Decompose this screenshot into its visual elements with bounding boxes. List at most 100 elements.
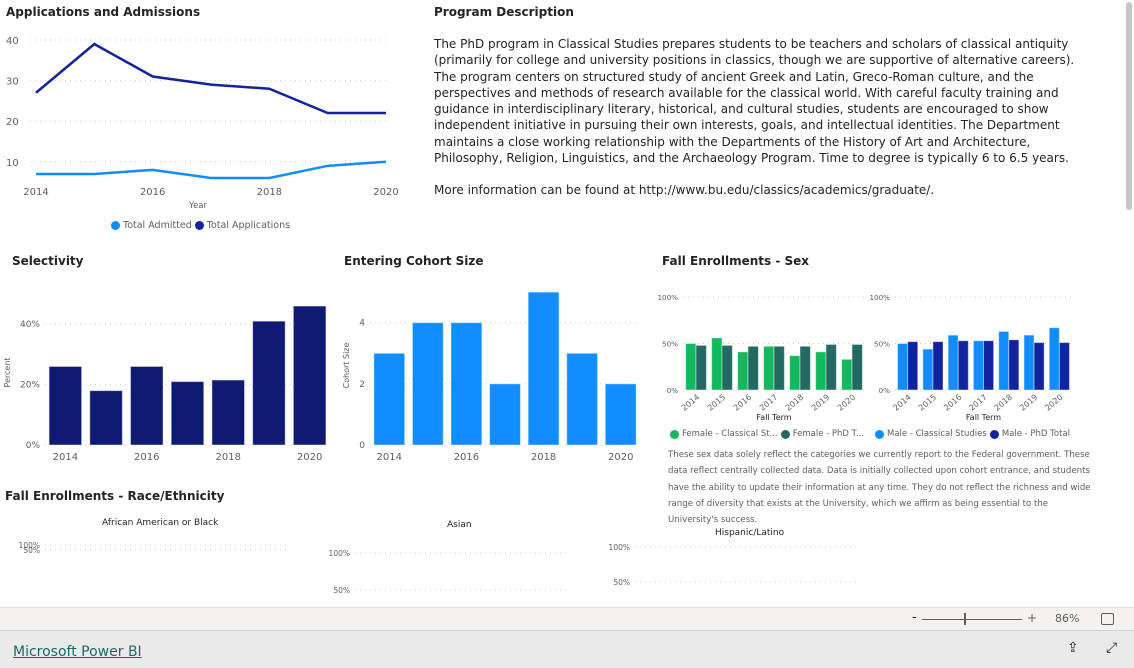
legend-applications[interactable]: Total Applications bbox=[207, 220, 290, 231]
bar-2014 bbox=[897, 343, 909, 391]
bar-2018 bbox=[1008, 339, 1020, 391]
bar-2017 bbox=[983, 340, 995, 391]
zoom-slider-handle[interactable] bbox=[964, 613, 966, 625]
zoom-bar: - + 86% bbox=[0, 607, 1134, 631]
x-tick-label: 2016 bbox=[454, 452, 479, 463]
fullscreen-icon[interactable]: ⤢ bbox=[1106, 640, 1117, 656]
bar-2019 bbox=[1033, 342, 1045, 391]
x-tick-label: 2014 bbox=[892, 393, 913, 413]
cohort-bar-chart: 0 2 4 2014 2016 2018 2020 Cohort Size bbox=[342, 291, 640, 463]
x-tick-label: 2014 bbox=[23, 187, 48, 198]
bar-2014 bbox=[695, 344, 707, 391]
bar-2015 bbox=[922, 348, 934, 391]
legend-dot-female-phd bbox=[780, 429, 790, 439]
x-tick-label: 2018 bbox=[531, 452, 556, 463]
x-tick-label: 2016 bbox=[942, 393, 963, 413]
y-axis-title: Cohort Size bbox=[342, 343, 351, 389]
series-line-total-admitted bbox=[36, 160, 387, 180]
bar-2016 bbox=[450, 322, 483, 446]
legend-dot-female-cs bbox=[670, 429, 679, 439]
y-tick-label: 100% bbox=[869, 293, 890, 302]
legend-female-phd[interactable]: Female - PhD T... bbox=[793, 429, 864, 439]
power-bi-link[interactable]: Microsoft Power BI bbox=[13, 644, 142, 660]
y-tick-label: 50% bbox=[333, 586, 350, 595]
legend-admitted[interactable]: Total Admitted bbox=[123, 220, 192, 231]
vertical-scrollbar[interactable] bbox=[1124, 0, 1134, 607]
y-tick-label: 10 bbox=[6, 158, 19, 169]
applications-title: Applications and Admissions bbox=[6, 5, 201, 19]
x-tick-label: 2014 bbox=[680, 393, 701, 413]
x-tick-label: 2015 bbox=[917, 393, 938, 413]
x-tick-label: 2020 bbox=[836, 393, 857, 413]
bar-2016 bbox=[130, 365, 164, 446]
female-legend: Female - Classical St... Female - PhD T.… bbox=[670, 429, 864, 439]
bar-2018 bbox=[789, 355, 801, 391]
share-icon[interactable]: ⇪ bbox=[1067, 640, 1079, 656]
y-tick-label: 4 bbox=[359, 319, 365, 329]
bar-2015 bbox=[721, 344, 733, 391]
x-tick-label: 2018 bbox=[993, 393, 1014, 413]
bar-2019 bbox=[566, 352, 599, 446]
series-line-total-applications bbox=[35, 42, 386, 115]
bar-2015 bbox=[932, 341, 944, 391]
bar-2018 bbox=[799, 345, 811, 391]
bar-2014 bbox=[685, 343, 697, 391]
x-tick-label: 2020 bbox=[1043, 393, 1064, 413]
legend-male-cs[interactable]: Male - Classical Studies bbox=[887, 429, 987, 439]
legend-dot-male-cs bbox=[875, 429, 884, 439]
bar-2020 bbox=[292, 305, 327, 446]
x-axis-title: Fall Term bbox=[966, 413, 1001, 422]
fit-to-page-icon[interactable] bbox=[1101, 613, 1114, 625]
male-bar-chart: 0% 50% 100% 2014 2015 2016 2017 2018 2019 2020 Fal… bbox=[869, 293, 1072, 422]
bar-2014 bbox=[373, 352, 406, 446]
bar-2016 bbox=[737, 351, 749, 391]
x-tick-label: 2019 bbox=[1018, 393, 1039, 413]
x-tick-label: 2018 bbox=[257, 187, 282, 198]
zoom-in-button[interactable]: + bbox=[1027, 611, 1037, 625]
x-axis-title: Year bbox=[188, 201, 208, 211]
x-tick-label: 2014 bbox=[377, 452, 402, 463]
x-tick-label: 2016 bbox=[732, 393, 753, 413]
bar-2016 bbox=[957, 340, 969, 391]
x-tick-label: 2015 bbox=[706, 393, 727, 413]
y-tick-label: 2 bbox=[359, 380, 365, 390]
program-more-info: More information can be found at http://… bbox=[434, 183, 935, 198]
legend-dot-admitted bbox=[111, 221, 120, 230]
sex-title: Fall Enrollments - Sex bbox=[662, 254, 810, 268]
race-black-chart: 50%100% bbox=[19, 541, 290, 555]
selectivity-bar-chart: 0% 20% 40% 2014 2016 2018 2020 Percent bbox=[3, 305, 330, 463]
scrollbar-thumb[interactable] bbox=[1126, 2, 1132, 210]
bar-2019 bbox=[825, 343, 837, 391]
legend-dot-male-phd bbox=[989, 429, 999, 439]
bar-2017 bbox=[773, 345, 785, 391]
bar-2016 bbox=[947, 334, 959, 391]
legend-dot-applications bbox=[194, 221, 204, 230]
male-legend: Male - Classical Studies Male - PhD Tota… bbox=[875, 429, 1070, 439]
y-tick-label: 0% bbox=[879, 386, 891, 395]
bar-2015 bbox=[711, 337, 723, 391]
zoom-out-button[interactable]: - bbox=[912, 610, 917, 625]
y-tick-label: 20% bbox=[20, 381, 40, 391]
bar-2018 bbox=[211, 379, 246, 446]
applications-legend: Total Admitted Total Applications bbox=[111, 220, 290, 231]
legend-female-cs[interactable]: Female - Classical St... bbox=[682, 429, 778, 439]
bar-2018 bbox=[998, 330, 1010, 391]
bar-2020 bbox=[841, 358, 853, 391]
bar-2015 bbox=[89, 390, 123, 446]
y-tick-label: 100% bbox=[657, 293, 678, 302]
x-tick-label: 2018 bbox=[215, 452, 240, 463]
x-tick-label: 2020 bbox=[373, 187, 398, 198]
program-title: Program Description bbox=[434, 5, 574, 19]
y-tick-label: 30 bbox=[6, 77, 19, 88]
x-tick-label: 2017 bbox=[758, 393, 779, 413]
legend-male-phd[interactable]: Male - PhD Total bbox=[1002, 429, 1070, 439]
applications-line-chart: 10 20 30 40 2014 2016 2018 2020 Year bbox=[6, 36, 399, 211]
bar-2016 bbox=[747, 345, 759, 391]
race-asian-chart: 50% 100% bbox=[329, 549, 570, 595]
zoom-slider[interactable] bbox=[922, 619, 1022, 620]
y-tick-label: 40 bbox=[6, 36, 19, 47]
bar-2015 bbox=[411, 322, 444, 446]
bar-2017 bbox=[170, 381, 205, 446]
y-tick-label: 100% bbox=[609, 543, 630, 552]
bar-2020 bbox=[1048, 327, 1060, 391]
